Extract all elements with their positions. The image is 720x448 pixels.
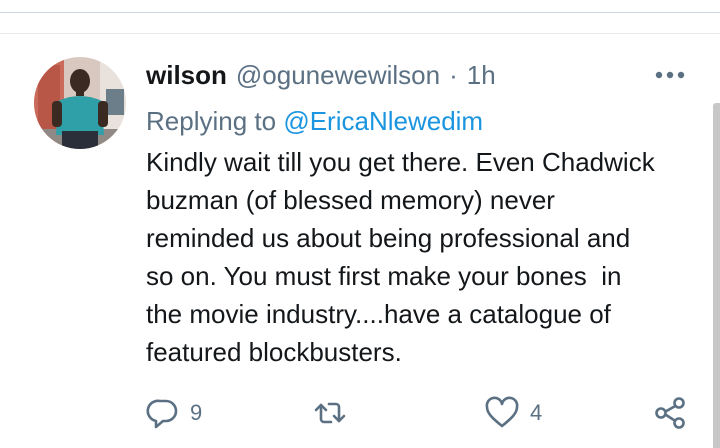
like-icon xyxy=(485,396,519,428)
top-divider xyxy=(0,12,720,13)
share-icon xyxy=(655,397,685,429)
reply-button[interactable]: 9 xyxy=(146,392,202,434)
author-handle[interactable]: @ogunewewilson xyxy=(236,58,440,92)
avatar[interactable] xyxy=(34,57,126,149)
like-button[interactable]: 4 xyxy=(484,392,542,434)
avatar-photo xyxy=(34,57,126,149)
replying-to-mention[interactable]: @EricaNlewedim xyxy=(283,106,483,136)
tweet-text-line: reminded us about being professional and xyxy=(146,223,631,253)
tweet-actions: 9 4 xyxy=(0,392,720,434)
author-name[interactable]: wilson xyxy=(146,58,227,92)
more-options-button[interactable] xyxy=(652,66,688,84)
reply-icon xyxy=(146,399,178,429)
reply-count: 9 xyxy=(190,400,203,425)
retweet-icon xyxy=(314,402,346,424)
separator-dot: · xyxy=(449,60,458,90)
tweet-text-line: so on. You must first make your bones in xyxy=(146,261,622,291)
more-icon xyxy=(655,71,685,79)
replying-to-label: Replying to xyxy=(146,106,277,136)
retweet-button[interactable] xyxy=(312,392,358,434)
tweet-text-line: buzman (of blessed memory) never xyxy=(146,185,555,215)
tweet-text-line: featured blockbusters. xyxy=(146,337,402,367)
tweet-header: wilson @ogunewewilson · 1h xyxy=(146,58,496,92)
share-button[interactable] xyxy=(652,392,688,434)
tweet-text: Kindly wait till you get there. Even Cha… xyxy=(146,143,702,371)
tweet-text-line: Kindly wait till you get there. Even Cha… xyxy=(146,147,655,177)
scrollbar[interactable] xyxy=(713,103,720,448)
replying-to: Replying to @EricaNlewedim xyxy=(146,103,483,139)
section-divider xyxy=(0,33,720,34)
tweet-page: wilson @ogunewewilson · 1h Replying to @… xyxy=(0,0,720,448)
like-count: 4 xyxy=(530,400,543,425)
tweet-text-line: the movie industry....have a catalogue o… xyxy=(146,299,611,329)
timestamp[interactable]: 1h xyxy=(467,58,496,92)
